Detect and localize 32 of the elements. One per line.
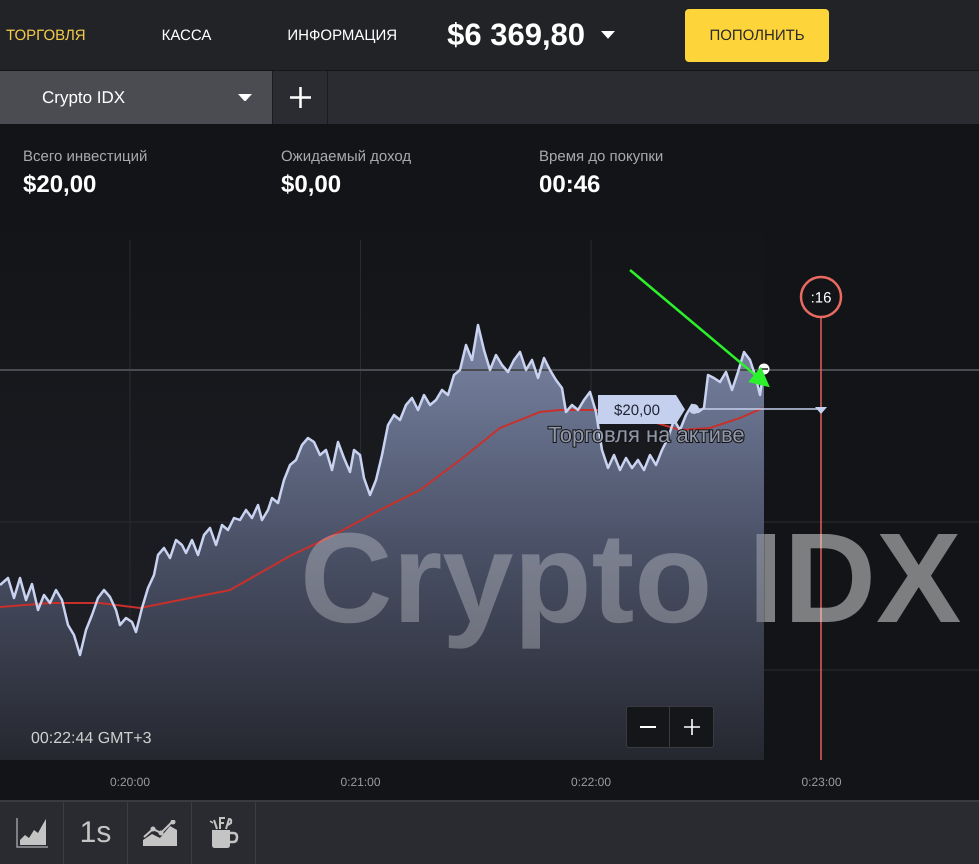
stat-label: Всего инвестиций [23,148,148,165]
add-tab-button[interactable] [272,71,328,124]
time-axis-label: 0:21:00 [340,775,381,789]
stat-label: Ожидаемый доход [281,148,412,165]
asset-tab[interactable]: Crypto IDX [0,71,272,124]
expiry-timer: :16 [800,276,842,318]
balance-dropdown[interactable]: $6 369,80 [447,17,616,53]
nav-tab[interactable]: ИНФОРМАЦИЯ [287,22,398,48]
time-axis-label: 0:20:00 [110,775,150,789]
area-chart-icon [16,818,48,848]
line-chart-icon [142,820,176,846]
caret-icon [601,31,616,39]
timeframe-button[interactable]: 1s [64,802,128,864]
time-axis-label: 0:22:00 [570,775,612,789]
deposit-button[interactable]: ПОПОЛНИТЬ [685,8,830,62]
time-axis-label: 0:23:00 [801,775,842,789]
nav-tab[interactable]: КАССА [162,22,212,48]
stat-value: $0,00 [281,171,342,199]
zoom-in-button[interactable] [670,706,714,748]
entry-dot-icon [689,404,699,414]
minus-icon [640,726,656,728]
deal-amount-label: $20,00 [598,395,685,424]
mug-with-tools-icon [208,817,238,849]
clock-text: 00:22:44 GMT+3 [31,730,152,748]
minus-circle-icon [758,364,770,374]
stat-label: Время до покупки [539,148,664,165]
plus-icon [290,87,310,108]
plus-icon [684,719,700,735]
stat-value: $20,00 [23,171,98,199]
nav-tab[interactable]: ТОРГОВЛЯ [6,22,86,48]
stat-value: 00:46 [539,171,602,199]
caret-icon [238,94,252,102]
